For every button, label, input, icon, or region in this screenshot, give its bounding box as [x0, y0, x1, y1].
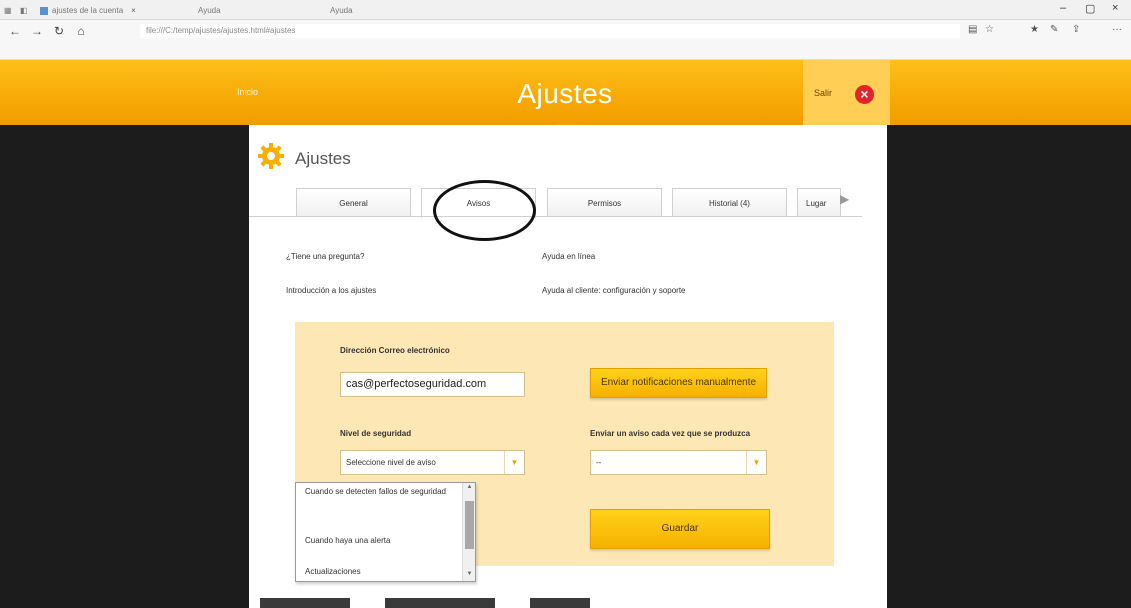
gear-icon — [258, 143, 284, 169]
level-dropdown-list: Cuando se detecten fallos de seguridad C… — [295, 482, 476, 582]
footer-strip — [530, 598, 590, 608]
scroll-down-icon[interactable]: ▼ — [463, 571, 476, 577]
minimize-icon[interactable]: – — [1060, 2, 1066, 14]
browser-menu-icon[interactable]: ▦ — [4, 3, 12, 19]
browser-back-tab-icon[interactable]: ◧ — [20, 3, 28, 19]
dropdown-option[interactable]: Cuando se detecten fallos de seguridad — [305, 487, 455, 497]
email-field[interactable]: cas@perfectoseguridad.com — [340, 372, 525, 397]
footer-strip — [260, 598, 350, 608]
online-help-link[interactable]: Ayuda en línea — [542, 252, 595, 261]
tab-title: Ayuda — [198, 6, 221, 15]
close-icon: × — [855, 85, 874, 104]
level-select-value: Seleccione nivel de aviso — [346, 458, 436, 467]
annotation-circle — [433, 180, 536, 241]
favicon-icon — [40, 6, 48, 15]
dropdown-option[interactable]: Cuando haya una alerta — [305, 536, 455, 546]
close-window-icon[interactable]: × — [1112, 2, 1118, 14]
save-button[interactable]: Guardar — [590, 509, 770, 549]
help-question-link[interactable]: ¿Tiene una pregunta? — [286, 252, 364, 261]
app-header: Inicio Ajustes Salir × — [0, 60, 1131, 125]
send-each-select-value: -- — [596, 458, 602, 467]
level-label: Nivel de seguridad — [340, 429, 412, 438]
tab-lugar[interactable]: Lugar — [797, 188, 841, 217]
tab-close-icon[interactable]: × — [131, 6, 136, 15]
settings-panel: Ajustes General Avisos Permisos Historia… — [249, 125, 887, 608]
url-field[interactable]: file:///C:/temp/ajustes/ajustes.html#aju… — [140, 24, 960, 38]
pen-icon[interactable]: ✎ — [1050, 24, 1058, 35]
reader-icon[interactable]: ▤ — [968, 24, 977, 35]
email-label: Dirección Correo electrónico — [340, 346, 450, 355]
forward-arrow-icon[interactable]: → — [30, 24, 44, 38]
page-title: Ajustes — [517, 78, 613, 109]
chevron-down-icon: ▼ — [504, 451, 524, 474]
home-link[interactable]: Inicio — [237, 87, 258, 97]
dropdown-option[interactable]: Actualizaciones — [305, 567, 455, 577]
home-icon[interactable]: ⌂ — [74, 24, 88, 38]
share-icon[interactable]: ⇪ — [1072, 24, 1080, 35]
browser-tab-2[interactable]: Ayuda — [198, 3, 318, 19]
panel-title: Ajustes — [295, 149, 351, 168]
maximize-icon[interactable]: ▢ — [1085, 2, 1095, 15]
tab-permisos[interactable]: Permisos — [547, 188, 662, 217]
browser-address-bar: ← → ↻ ⌂ file:///C:/temp/ajustes/ajustes.… — [0, 20, 1131, 60]
tab-general[interactable]: General — [296, 188, 411, 217]
browser-tab-3[interactable]: Ayuda — [330, 3, 390, 19]
more-icon[interactable]: ··· — [1112, 24, 1122, 35]
tab-historial[interactable]: Historial (4) — [672, 188, 787, 217]
browser-tab-bar: ▦ ◧ ajustes de la cuenta × Ayuda Ayuda – … — [0, 0, 1131, 20]
back-arrow-icon[interactable]: ← — [8, 24, 22, 38]
scroll-up-icon[interactable]: ▲ — [463, 484, 476, 490]
send-notifications-button[interactable]: Enviar notificaciones manualmente — [590, 368, 767, 398]
customer-support-link[interactable]: Ayuda al cliente: configuración y soport… — [542, 286, 686, 295]
browser-tab-active[interactable]: ajustes de la cuenta × — [40, 3, 190, 19]
level-select[interactable]: Seleccione nivel de aviso ▼ — [340, 450, 525, 475]
footer-strip — [385, 598, 495, 608]
tab-title: ajustes de la cuenta — [52, 6, 124, 15]
bookmark-icon[interactable]: ☆ — [985, 24, 994, 35]
chevron-down-icon: ▼ — [746, 451, 766, 474]
dropdown-scrollbar[interactable]: ▲ ▼ — [462, 483, 475, 581]
tab-title: Ayuda — [330, 6, 353, 15]
exit-button[interactable]: Salir × — [803, 60, 890, 125]
send-each-select[interactable]: -- ▼ — [590, 450, 767, 475]
scrollbar-thumb[interactable] — [465, 501, 474, 549]
reload-icon[interactable]: ↻ — [52, 24, 66, 38]
intro-settings-link[interactable]: Introducción a los ajustes — [286, 286, 376, 295]
tabs-divider — [249, 216, 862, 217]
favorites-icon[interactable]: ★ — [1030, 24, 1039, 35]
exit-label: Salir — [814, 88, 833, 98]
tab-scroll-right-icon[interactable]: ▶ — [840, 192, 849, 206]
send-each-label: Enviar un aviso cada vez que se produzca — [590, 429, 751, 438]
